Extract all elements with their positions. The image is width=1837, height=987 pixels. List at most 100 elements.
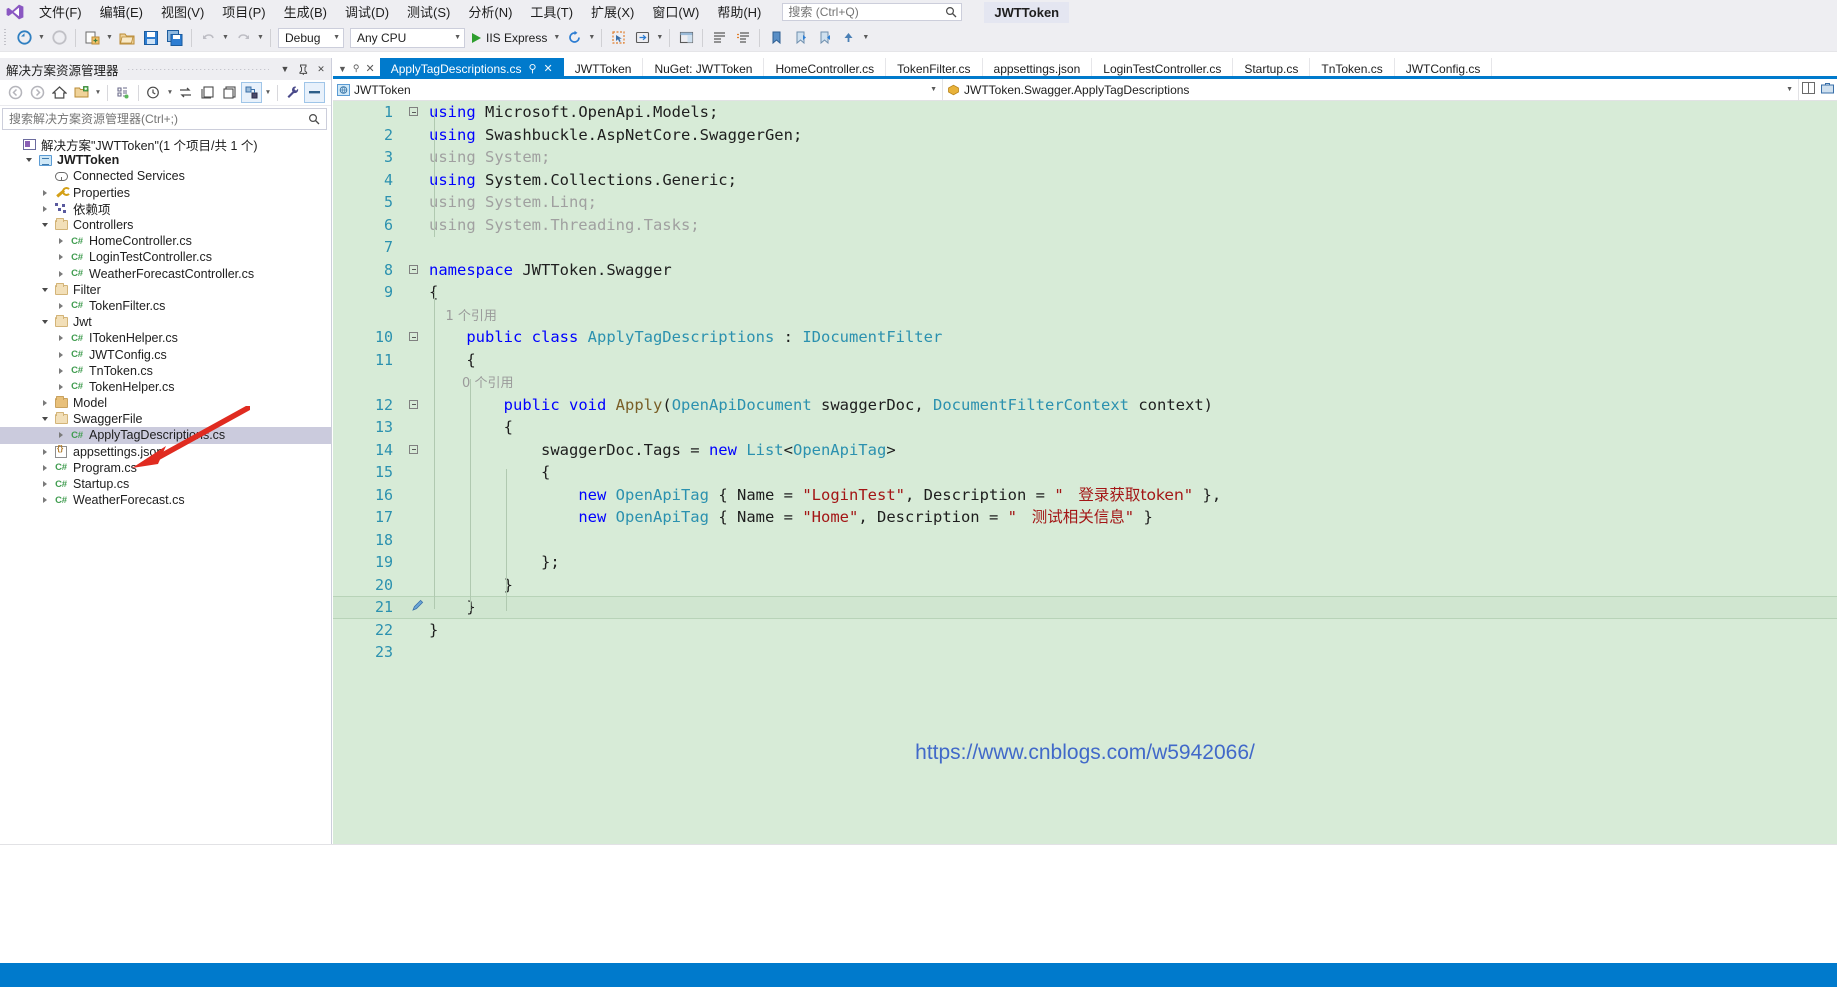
collapse-toggle-icon[interactable] <box>409 107 418 116</box>
pin-icon[interactable]: ⚲ <box>528 62 536 75</box>
pin-icon[interactable] <box>295 59 311 79</box>
solution-platform-combo[interactable]: Any CPU ▼ <box>350 28 465 48</box>
toolbox-icon[interactable] <box>1821 81 1834 99</box>
back-icon[interactable] <box>5 82 26 103</box>
tree-item-tokenhelper.cs[interactable]: C#TokenHelper.cs <box>0 379 331 395</box>
menu-analyze[interactable]: 分析(N) <box>459 0 521 25</box>
tree-item-weatherforecastcontroller.cs[interactable]: C#WeatherForecastController.cs <box>0 266 331 282</box>
tree-item-connected-services[interactable]: Connected Services <box>0 168 331 184</box>
tree-item-tokenfilter.cs[interactable]: C#TokenFilter.cs <box>0 298 331 314</box>
tree-item-applytagdescriptions.cs[interactable]: C#ApplyTagDescriptions.cs <box>0 427 331 443</box>
editor-tab-tokenfilter.cs[interactable]: TokenFilter.cs <box>886 58 982 79</box>
expander-collapsed-icon[interactable] <box>54 254 68 260</box>
navbar-member-combo[interactable]: JWTToken.Swagger.ApplyTagDescriptions ▼ <box>943 79 1799 100</box>
live-share-icon[interactable] <box>631 27 653 49</box>
move-down-caret-icon[interactable]: ▼ <box>860 27 871 49</box>
solution-search-input[interactable] <box>3 110 293 128</box>
menu-help[interactable]: 帮助(H) <box>708 0 770 25</box>
navbar-project-combo[interactable]: JWTToken ▼ <box>333 79 943 100</box>
new-project-icon[interactable] <box>81 27 103 49</box>
editor-tab-jwtconfig.cs[interactable]: JWTConfig.cs <box>1395 58 1493 79</box>
expander-collapsed-icon[interactable] <box>38 465 52 471</box>
tree-item-controllers[interactable]: Controllers <box>0 217 331 233</box>
search-icon[interactable] <box>944 5 958 19</box>
menu-test[interactable]: 测试(S) <box>398 0 459 25</box>
menu-edit[interactable]: 编辑(E) <box>91 0 152 25</box>
expander-expanded-icon[interactable] <box>38 417 52 421</box>
expander-expanded-icon[interactable] <box>38 288 52 292</box>
save-all-icon[interactable] <box>164 27 186 49</box>
menu-project[interactable]: 项目(P) <box>213 0 274 25</box>
close-icon[interactable]: ✕ <box>544 62 553 75</box>
collapse-icon[interactable] <box>304 82 325 103</box>
collapse-all-icon[interactable] <box>112 82 133 103</box>
tree-item-homecontroller.cs[interactable]: C#HomeController.cs <box>0 233 331 249</box>
undo-caret-icon[interactable]: ▼ <box>220 27 231 49</box>
editor-tab-jwttoken[interactable]: JWTToken <box>564 58 644 79</box>
code-editor[interactable]: 1using Microsoft.OpenApi.Models;2using S… <box>333 101 1837 844</box>
move-up-icon[interactable] <box>837 27 859 49</box>
prev-bookmark-icon[interactable] <box>789 27 811 49</box>
expander-collapsed-icon[interactable] <box>54 352 68 358</box>
expander-collapsed-icon[interactable] <box>38 206 52 212</box>
collapse-toggle-icon[interactable] <box>409 445 418 454</box>
undo-icon[interactable] <box>197 27 219 49</box>
editor-tab-logintestcontroller.cs[interactable]: LoginTestController.cs <box>1092 58 1233 79</box>
tree-item-properties[interactable]: Properties <box>0 185 331 201</box>
home-icon[interactable] <box>49 82 70 103</box>
expander-collapsed-icon[interactable] <box>54 335 68 341</box>
open-file-icon[interactable] <box>116 27 138 49</box>
expander-collapsed-icon[interactable] <box>38 190 52 196</box>
next-bookmark-icon[interactable] <box>813 27 835 49</box>
navigate-back-icon[interactable] <box>13 27 35 49</box>
expander-collapsed-icon[interactable] <box>54 238 68 244</box>
editor-tab-applytagdescriptions.cs[interactable]: ApplyTagDescriptions.cs⚲✕ <box>380 58 564 79</box>
editor-tab-tntoken.cs[interactable]: TnToken.cs <box>1310 58 1394 79</box>
start-debug-button[interactable]: IIS Express <box>468 27 551 49</box>
new-folder-icon[interactable] <box>71 82 92 103</box>
tree-item-logintestcontroller.cs[interactable]: C#LoginTestController.cs <box>0 249 331 265</box>
tree-item-filter[interactable]: Filter <box>0 282 331 298</box>
tree-item-itokenhelper.cs[interactable]: C#ITokenHelper.cs <box>0 330 331 346</box>
code-text[interactable]: 1using Microsoft.OpenApi.Models;2using S… <box>333 101 1837 844</box>
editor-tab-homecontroller.cs[interactable]: HomeController.cs <box>764 58 886 79</box>
tree-item--[interactable]: 依赖项 <box>0 201 331 217</box>
collapse-toggle-icon[interactable] <box>409 332 418 341</box>
expander-collapsed-icon[interactable] <box>54 384 68 390</box>
expander-expanded-icon[interactable] <box>22 158 36 162</box>
editor-tab-appsettings.json[interactable]: appsettings.json <box>983 58 1093 79</box>
collapse-toggle-icon[interactable] <box>409 400 418 409</box>
expander-collapsed-icon[interactable] <box>38 481 52 487</box>
expander-collapsed-icon[interactable] <box>38 449 52 455</box>
menu-tools[interactable]: 工具(T) <box>521 0 582 25</box>
expander-collapsed-icon[interactable] <box>38 400 52 406</box>
chevron-down-icon[interactable]: ▼ <box>335 64 350 74</box>
redo-icon[interactable] <box>232 27 254 49</box>
expander-collapsed-icon[interactable] <box>38 497 52 503</box>
tree-item-jwt[interactable]: Jwt <box>0 314 331 330</box>
menu-view[interactable]: 视图(V) <box>152 0 213 25</box>
menu-file[interactable]: 文件(F) <box>30 0 91 25</box>
editor-tab-nuget-jwttoken[interactable]: NuGet: JWTToken <box>643 58 764 79</box>
editor-tab-startup.cs[interactable]: Startup.cs <box>1233 58 1310 79</box>
menu-debug[interactable]: 调试(D) <box>336 0 398 25</box>
chevron-down-icon[interactable]: ▼ <box>277 59 293 79</box>
redo-caret-icon[interactable]: ▼ <box>255 27 266 49</box>
chevron-down-icon[interactable]: ▼ <box>1786 86 1793 93</box>
tree-item--jwttoken-1-1-[interactable]: 解决方案"JWTToken"(1 个项目/共 1 个) <box>0 136 331 152</box>
tree-item-jwttoken[interactable]: JWTToken <box>0 152 331 168</box>
comment-icon[interactable] <box>708 27 730 49</box>
navigate-forward-icon[interactable] <box>48 27 70 49</box>
tree-item-model[interactable]: Model <box>0 395 331 411</box>
search-icon[interactable] <box>308 112 320 130</box>
window-layout-icon[interactable] <box>675 27 697 49</box>
expander-collapsed-icon[interactable] <box>54 303 68 309</box>
properties-caret-icon[interactable]: ▼ <box>263 82 273 103</box>
start-debug-caret-icon[interactable]: ▼ <box>551 27 562 49</box>
bookmark-icon[interactable] <box>765 27 787 49</box>
split-view-icon[interactable] <box>1802 81 1815 99</box>
tree-item-appsettings.json[interactable]: appsettings.json <box>0 444 331 460</box>
menu-extensions[interactable]: 扩展(X) <box>582 0 643 25</box>
expander-expanded-icon[interactable] <box>38 320 52 324</box>
hot-reload-caret-icon[interactable]: ▼ <box>586 27 597 49</box>
